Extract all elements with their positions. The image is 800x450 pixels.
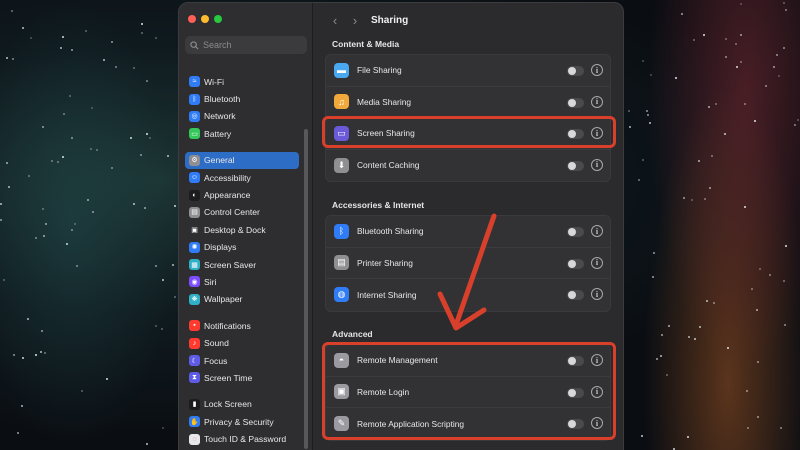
- annotation-arrow: [437, 213, 497, 331]
